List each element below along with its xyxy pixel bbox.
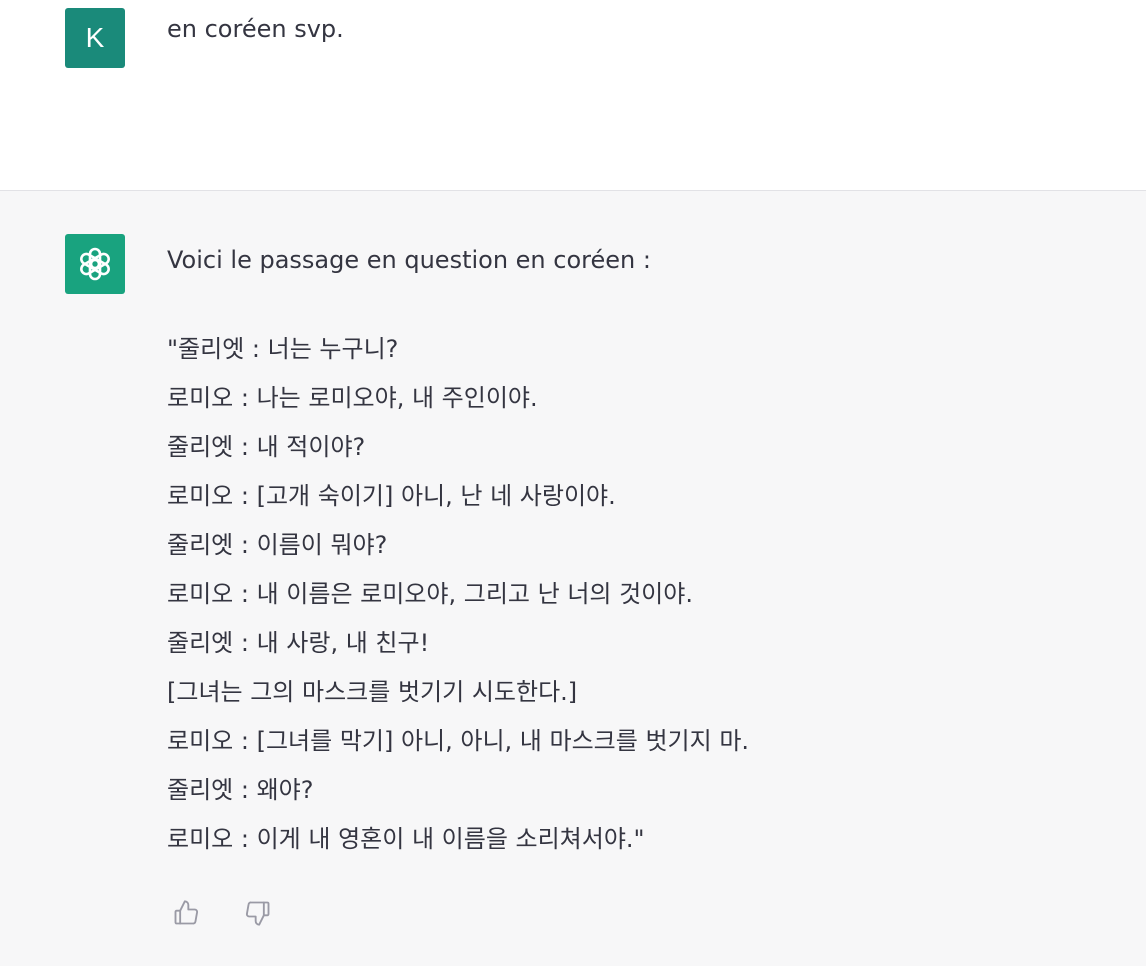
dialogue-line: 로미오 : 내 이름은 로미오야, 그리고 난 너의 것이야. [167, 580, 693, 608]
user-message-text: en coréen svp. [167, 15, 344, 43]
dialogue-line: [그녀는 그의 마스크를 벗기기 시도한다.] [167, 678, 578, 706]
dialogue-line: 로미오 : [고개 숙이기] 아니, 난 네 사랑이야. [167, 482, 616, 510]
assistant-intro-text: Voici le passage en question en coréen : [167, 246, 651, 274]
feedback-buttons [170, 896, 274, 930]
openai-logo-icon [80, 247, 110, 281]
thumbs-down-button[interactable] [242, 896, 274, 930]
dialogue-line: 로미오 : 이게 내 영혼이 내 이름을 소리쳐서야." [167, 825, 645, 853]
korean-dialogue: "줄리엣 : 너는 누구니? 로미오 : 나는 로미오야, 내 주인이야. 줄리… [167, 325, 749, 864]
dialogue-line: 줄리엣 : 내 적이야? [167, 433, 366, 461]
assistant-message: Voici le passage en question en coréen :… [0, 191, 1146, 966]
chat-page: K en coréen svp. Voici le passage en que… [0, 0, 1146, 966]
dialogue-line: 로미오 : [그녀를 막기] 아니, 아니, 내 마스크를 벗기지 마. [167, 727, 750, 755]
user-avatar: K [65, 8, 125, 68]
dialogue-line: "줄리엣 : 너는 누구니? [167, 335, 399, 363]
dialogue-line: 줄리엣 : 내 사랑, 내 친구! [167, 629, 430, 657]
user-message: K en coréen svp. [0, 0, 1146, 190]
assistant-avatar [65, 234, 125, 294]
dialogue-line: 줄리엣 : 이름이 뭐야? [167, 531, 388, 559]
user-avatar-letter: K [85, 22, 105, 53]
dialogue-line: 줄리엣 : 왜야? [167, 776, 314, 804]
thumbs-up-icon [174, 900, 199, 925]
dialogue-line: 로미오 : 나는 로미오야, 내 주인이야. [167, 384, 538, 412]
thumbs-up-button[interactable] [170, 896, 202, 930]
thumbs-down-icon [245, 901, 270, 926]
